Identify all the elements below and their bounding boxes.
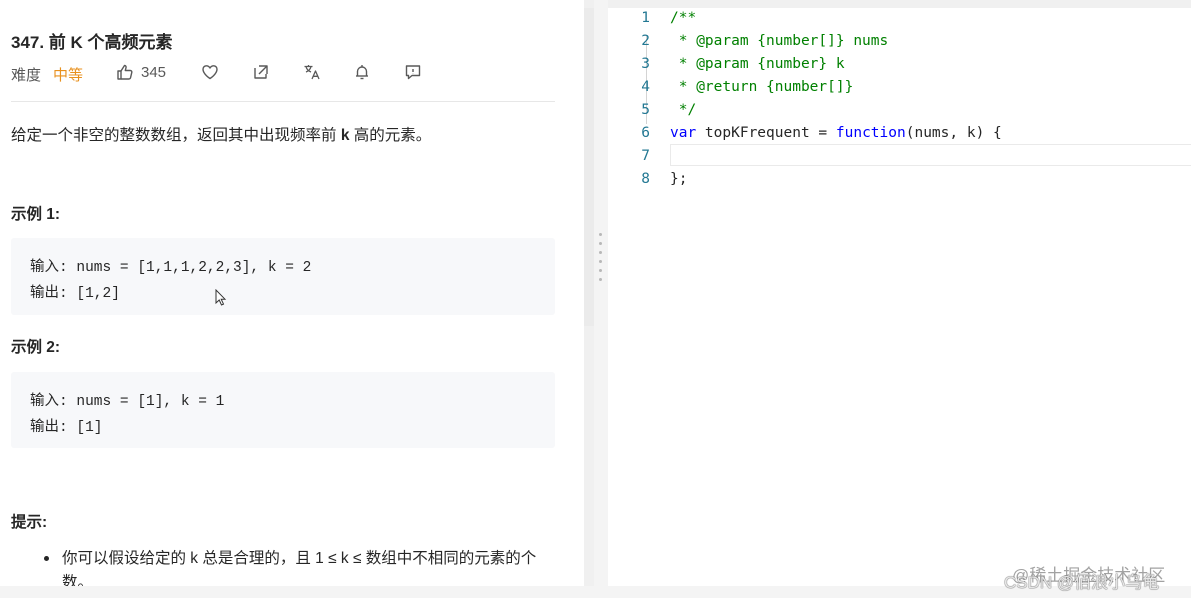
left-scrollbar[interactable] [584,8,594,326]
code-line: */ [670,102,697,118]
example-1-input: 输入: nums = [1,1,1,2,2,3], k = 2 [30,260,312,276]
code-line: * @return {number[]} [670,79,854,95]
code-identifier: topKFrequent = [696,125,836,141]
example-1-output: 输出: [1,2] [30,286,120,302]
active-line-highlight [670,144,1191,166]
heart-icon[interactable] [200,62,220,82]
line-number: 2 [641,33,650,49]
resize-grip-dot [599,233,602,236]
mouse-cursor-icon [215,288,227,312]
tips-title: 提示: [11,514,48,531]
tip-text: 你可以假设给定的 k 总是合理的，且 1 ≤ k ≤ 数组中不相同的元素的个数。 [62,550,537,586]
keyword-function: function [835,125,906,141]
problem-description: 给定一个非空的整数数组，返回其中出现频率前 k 高的元素。 [11,123,431,145]
problem-meta: 难度 中等 345 [11,62,431,84]
code-editor[interactable]: 1 2 3 4 5 6 7 8 /** * @param {number[]} … [608,8,1191,586]
description-text-pre: 给定一个非空的整数数组，返回其中出现频率前 [11,127,341,144]
example-1-title: 示例 1: [11,206,61,223]
problem-panel: 347. 前 K 个高频元素 难度 中等 345 给定一个非空的整数数组，返回其… [0,0,584,586]
line-number: 1 [641,10,650,26]
tip-bullet [44,556,49,561]
watermark-csdn: CSDN @佰浪小乌龟 [1004,573,1160,592]
resize-grip-dot [599,260,602,263]
resize-grip-dot [599,278,602,281]
line-number: 4 [641,79,650,95]
comment-icon[interactable] [403,62,423,82]
description-text-post: 高的元素。 [349,127,432,144]
code-line: }; [670,171,688,187]
example-2-box: 输入: nums = [1], k = 1 输出: [1] [11,372,555,448]
code-line: * @param {number[]} nums [670,33,889,49]
thumbs-up-icon[interactable] [115,62,135,82]
line-number: 7 [641,148,650,164]
example-2-title: 示例 2: [11,339,61,356]
line-number: 8 [641,171,650,187]
difficulty-value: 中等 [53,67,84,84]
resize-grip-dot [599,251,602,254]
difficulty-label: 难度 [11,67,42,84]
example-1-box: 输入: nums = [1,1,1,2,2,3], k = 2 输出: [1,2… [11,238,555,315]
example-2-output: 输出: [1] [30,420,103,436]
resize-grip-dot [599,269,602,272]
bell-icon[interactable] [352,62,372,82]
panel-resize-handle[interactable] [594,0,608,586]
code-line: /** [670,10,697,26]
line-number: 6 [641,125,650,141]
problem-title: 347. 前 K 个高频元素 [11,33,173,52]
code-line: var topKFrequent = function(nums, k) { [670,125,1002,141]
keyword-var: var [670,125,697,141]
code-line: * @param {number} k [670,56,845,72]
like-count: 345 [141,64,167,81]
example-2-input: 输入: nums = [1], k = 1 [30,394,225,410]
share-icon[interactable] [251,62,271,82]
line-number: 3 [641,56,650,72]
header-divider [11,101,555,102]
resize-grip-dot [599,242,602,245]
code-params: (nums, k) { [905,125,1002,141]
line-number: 5 [641,102,650,118]
translate-icon[interactable] [302,62,322,82]
